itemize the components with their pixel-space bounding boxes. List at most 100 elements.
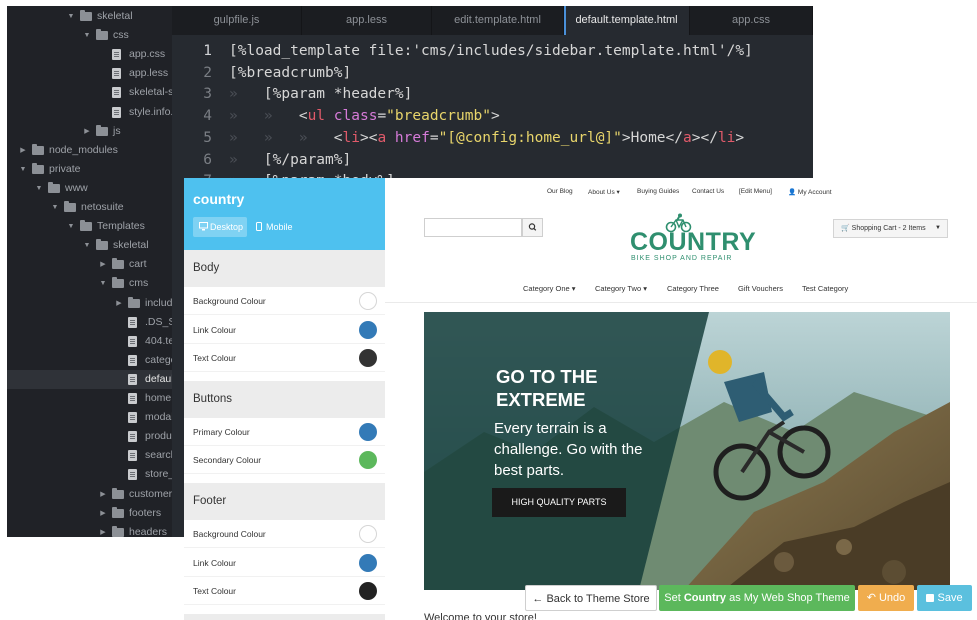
tree-file[interactable]: catego [7, 351, 172, 370]
tree-file[interactable]: app.css [7, 45, 172, 64]
tree-file[interactable]: style.info.t [7, 103, 172, 122]
search-input[interactable] [424, 218, 522, 237]
chevron-down-icon[interactable]: ▼ [18, 160, 28, 179]
chevron-right-icon[interactable]: ▶ [98, 523, 108, 537]
editor-tab[interactable]: app.css [690, 6, 813, 35]
tree-folder[interactable]: ▼ www [7, 179, 172, 198]
top-link-edit-menu[interactable]: [Edit Menu] [739, 188, 772, 195]
chevron-down-icon[interactable]: ▼ [66, 217, 76, 236]
colour-swatch[interactable] [359, 553, 377, 572]
chevron-right-icon[interactable]: ▶ [18, 141, 28, 160]
tree-file[interactable]: product [7, 427, 172, 446]
nav-test-category[interactable]: Test Category [802, 284, 848, 293]
colour-swatch[interactable] [359, 582, 377, 601]
tab-mobile[interactable]: Mobile [249, 217, 295, 237]
top-link-about-us[interactable]: About Us ▾ [588, 188, 620, 196]
chevron-right-icon[interactable]: ▶ [98, 485, 108, 504]
tree-folder[interactable]: ▼ skeletal [7, 7, 172, 26]
code-line[interactable]: » » <ul class="breadcrumb"> [229, 105, 500, 127]
editor-tab[interactable]: default.template.html [564, 6, 690, 35]
tab-desktop[interactable]: Desktop [193, 217, 247, 237]
tree-file[interactable]: store_fi [7, 465, 172, 484]
colour-swatch[interactable] [359, 525, 377, 543]
tree-file[interactable]: 404.te [7, 332, 172, 351]
indent-guide: » [298, 129, 334, 146]
nav-gift-vouchers[interactable]: Gift Vouchers [738, 284, 783, 293]
tree-folder[interactable]: ▼ private [7, 160, 172, 179]
tree-folder[interactable]: ▶ include [7, 294, 172, 313]
editor-tab[interactable]: edit.template.html [432, 6, 564, 35]
undo-button[interactable]: ↶ Undo [858, 585, 914, 611]
logo-text[interactable]: COUNTRY [630, 228, 756, 257]
tree-item-label: js [113, 124, 121, 137]
nav-category-three[interactable]: Category Three [667, 284, 719, 293]
chevron-down-icon[interactable]: ▼ [34, 179, 44, 198]
colour-row[interactable]: Background Colour [184, 287, 385, 315]
section-header-footer[interactable]: Footer [184, 483, 385, 520]
tree-folder[interactable]: ▼ Templates [7, 217, 172, 236]
hero-cta-button[interactable]: HIGH QUALITY PARTS [492, 488, 626, 517]
back-to-theme-store-button[interactable]: ← Back to Theme Store [525, 585, 657, 611]
tree-folder[interactable]: ▼ skeletal [7, 236, 172, 255]
code-line[interactable]: [%load_template file:'cms/includes/sideb… [229, 40, 753, 62]
top-link-contact-us[interactable]: Contact Us [692, 188, 724, 195]
colour-row[interactable]: Link Colour [184, 549, 385, 577]
top-link-my-account[interactable]: 👤 My Account [788, 188, 832, 196]
chevron-down-icon[interactable]: ▼ [82, 236, 92, 255]
chevron-down-icon[interactable]: ▼ [98, 274, 108, 293]
section-header-buttons[interactable]: Buttons [184, 380, 385, 418]
tree-folder[interactable]: ▼ css [7, 26, 172, 45]
colour-row[interactable]: Text Colour [184, 344, 385, 373]
chevron-right-icon[interactable]: ▶ [98, 255, 108, 274]
tree-folder[interactable]: ▶ footers [7, 504, 172, 523]
colour-swatch[interactable] [359, 292, 377, 310]
colour-row[interactable]: Primary Colour [184, 418, 385, 446]
colour-row[interactable]: Secondary Colour [184, 446, 385, 475]
section-header-body[interactable]: Body [184, 250, 385, 287]
editor-tab[interactable]: app.less [302, 6, 432, 35]
nav-category-one[interactable]: Category One ▾ [523, 284, 576, 293]
chevron-down-icon[interactable]: ▼ [66, 7, 76, 26]
colour-swatch[interactable] [359, 451, 377, 470]
tree-file[interactable]: app.less [7, 64, 172, 83]
code-token: class [333, 108, 378, 125]
code-line[interactable]: » [%/param%] [229, 149, 351, 171]
top-link-our-blog[interactable]: Our Blog [547, 188, 573, 195]
tree-folder[interactable]: ▶ headers [7, 523, 172, 537]
nav-category-two[interactable]: Category Two ▾ [595, 284, 647, 293]
tree-folder[interactable]: ▼ netosuite [7, 198, 172, 217]
search-button[interactable] [522, 218, 543, 237]
section-header-header[interactable]: Header [184, 613, 385, 620]
tree-file[interactable]: search_ [7, 446, 172, 465]
tree-file[interactable]: skeletal-st [7, 83, 172, 102]
tree-folder[interactable]: ▶ cart [7, 255, 172, 274]
editor-tab[interactable]: gulpfile.js [172, 6, 302, 35]
tree-folder[interactable]: ▶ customer [7, 485, 172, 504]
tree-folder[interactable]: ▼ cms [7, 274, 172, 293]
tree-file[interactable]: modal.t [7, 408, 172, 427]
tree-folder[interactable]: ▶ js [7, 122, 172, 141]
code-line[interactable]: » [%param *header%] [229, 83, 412, 105]
save-button[interactable]: Save [917, 585, 972, 611]
colour-swatch[interactable] [359, 349, 377, 368]
tree-file[interactable]: default. [7, 369, 172, 389]
colour-row[interactable]: Link Colour [184, 316, 385, 344]
tree-file[interactable]: home.te [7, 389, 172, 408]
shopping-cart-button[interactable]: 🛒 Shopping Cart - 2 Items ▼ [833, 219, 948, 238]
chevron-down-icon[interactable]: ▼ [82, 26, 92, 45]
top-link-buying-guides[interactable]: Buying Guides [637, 188, 679, 195]
code-line[interactable]: » » » <li><a href="[@config:home_url@]">… [229, 127, 744, 149]
chevron-right-icon[interactable]: ▶ [98, 504, 108, 523]
colour-swatch[interactable] [359, 320, 377, 339]
colour-row[interactable]: Background Colour [184, 520, 385, 548]
chevron-right-icon[interactable]: ▶ [82, 122, 92, 141]
tree-folder[interactable]: ▶ node_modules [7, 141, 172, 160]
code-line[interactable]: [%breadcrumb%] [229, 62, 351, 84]
tree-file[interactable]: .DS_Sto [7, 313, 172, 332]
colour-swatch[interactable] [359, 422, 377, 441]
tab-mobile-label: Mobile [266, 222, 293, 232]
colour-row[interactable]: Text Colour [184, 577, 385, 606]
chevron-right-icon[interactable]: ▶ [114, 294, 124, 313]
set-theme-button[interactable]: Set Country as My Web Shop Theme [659, 585, 855, 611]
chevron-down-icon[interactable]: ▼ [50, 198, 60, 217]
